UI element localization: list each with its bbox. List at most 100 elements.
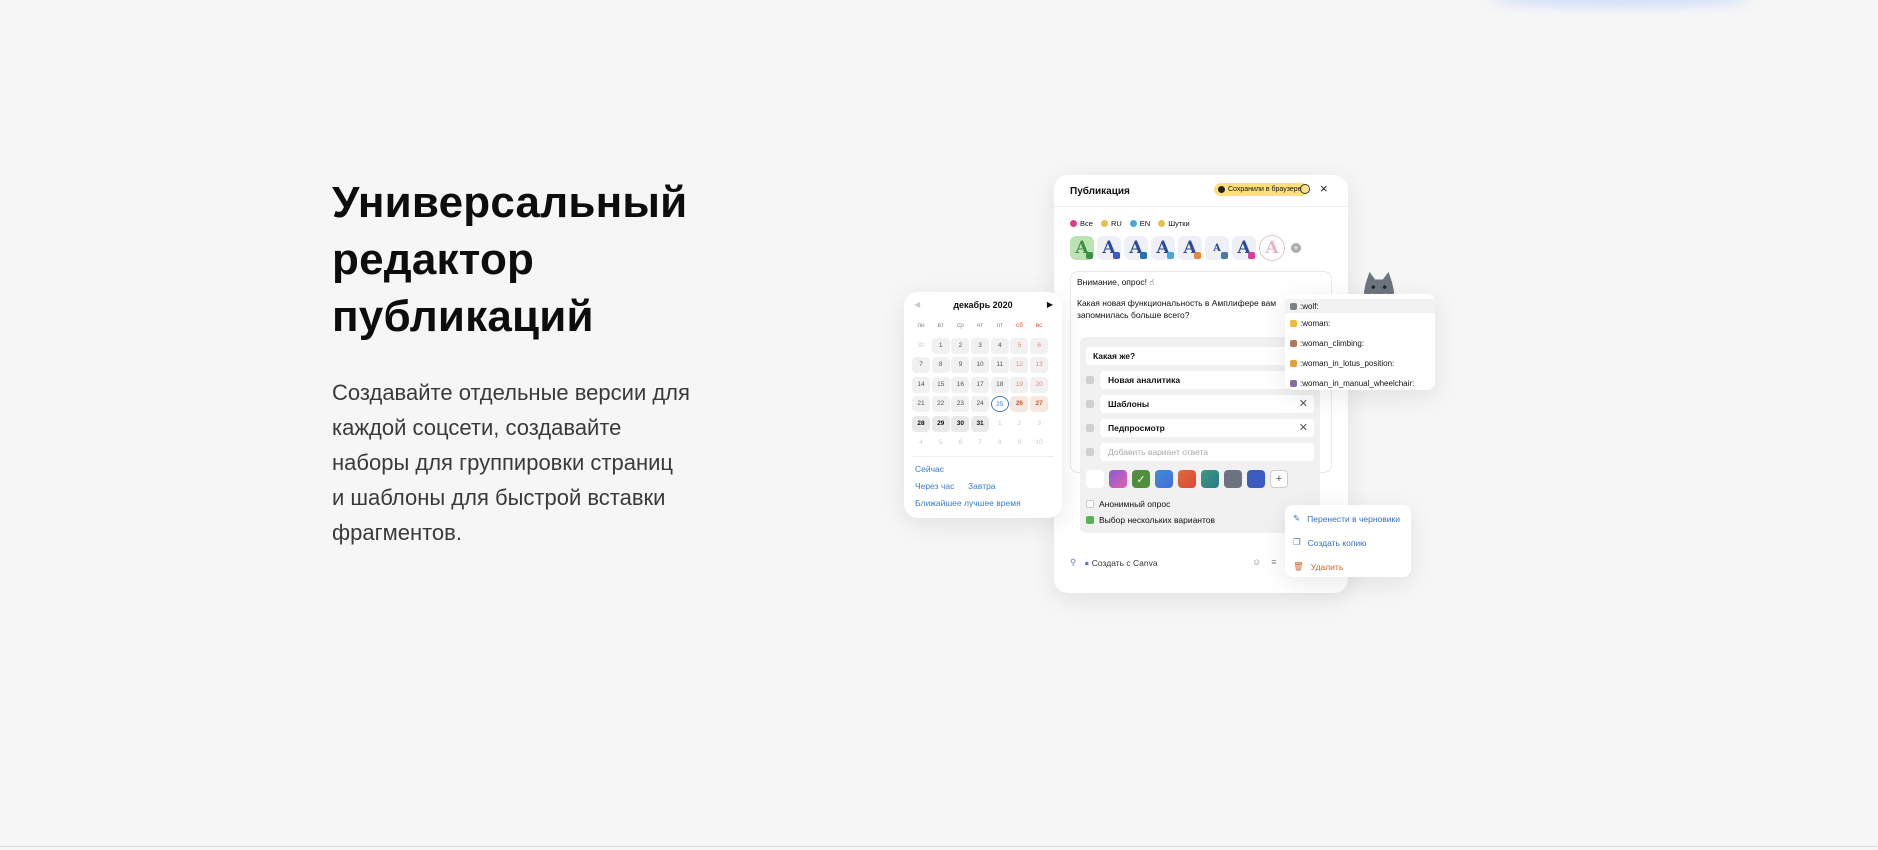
calendar-day[interactable]: 21 <box>912 396 930 412</box>
option-checkbox[interactable] <box>1086 376 1094 384</box>
remove-option-icon[interactable]: ✕ <box>1299 419 1308 437</box>
calendar-day[interactable]: 5 <box>1010 337 1029 354</box>
calendar-day[interactable]: 9 <box>951 357 970 373</box>
account-avatar-inactive[interactable]: A <box>1259 235 1285 261</box>
calendar-day[interactable]: 2 <box>951 337 970 354</box>
date-picker: ◀ декабрь 2020 ▶ пн вт ср чт пт сб вс 30 1 2 3 4 5 6 7… <box>904 292 1062 518</box>
hero-title: Универсальный редактор публикаций <box>332 178 688 341</box>
account-avatar[interactable]: A <box>1070 236 1094 260</box>
calendar-day[interactable]: 4 <box>990 337 1009 354</box>
calendar-day: 3 <box>1037 419 1041 427</box>
tag-filters: Все RU EN Шутки <box>1070 219 1190 228</box>
option-input[interactable]: Педпросмотр <box>1100 419 1314 437</box>
calendar-day[interactable]: 14 <box>912 376 930 393</box>
calendar-day[interactable]: 27 <box>1030 396 1049 412</box>
next-month-icon[interactable]: ▶ <box>1047 300 1053 309</box>
calendar-day[interactable]: 16 <box>951 376 970 393</box>
emoji-suggestion[interactable]: :woman_in_manual_wheelchair: <box>1290 379 1414 388</box>
multiple-choice-checkbox[interactable]: Выбор нескольких вариантов <box>1086 515 1215 525</box>
account-avatar[interactable]: A <box>1097 236 1121 260</box>
linkedin-icon <box>1140 252 1147 259</box>
color-swatch-selected[interactable]: ✓ <box>1132 470 1150 488</box>
account-avatar[interactable]: A <box>1232 236 1256 260</box>
move-to-drafts-item[interactable]: ✎ Перенести в черновики <box>1293 513 1400 524</box>
clock-icon[interactable] <box>1300 184 1310 194</box>
calendar-day[interactable]: 19 <box>1010 376 1029 393</box>
quick-now[interactable]: Сейчас <box>915 464 944 474</box>
option-input[interactable]: Шаблоны <box>1100 395 1314 413</box>
message-line: Внимание, опрос! ☝ <box>1077 277 1155 287</box>
weekday-label: пн <box>917 322 925 329</box>
tag-jokes[interactable]: Шутки <box>1158 219 1190 228</box>
color-swatch[interactable] <box>1201 470 1219 488</box>
calendar-day[interactable]: 28 <box>912 415 930 432</box>
list-icon[interactable]: ≡ <box>1271 557 1276 567</box>
calendar-day: 7 <box>978 439 982 446</box>
calendar-day[interactable]: 3 <box>971 337 990 354</box>
emoji-suggestion[interactable]: :wolf: <box>1285 299 1435 313</box>
account-avatar[interactable]: A <box>1124 236 1148 260</box>
close-icon[interactable]: × <box>1320 181 1328 196</box>
anonymous-checkbox[interactable]: Анонимный опрос <box>1086 499 1170 509</box>
color-swatch[interactable] <box>1247 470 1265 488</box>
add-account-icon[interactable]: + <box>1291 243 1301 253</box>
option-checkbox[interactable] <box>1086 400 1094 408</box>
calendar-day[interactable]: 8 <box>931 357 950 373</box>
delete-item[interactable]: 🗑 Удалить <box>1293 561 1343 572</box>
account-avatar[interactable]: A <box>1178 236 1202 260</box>
emoji-icon[interactable]: ☺ <box>1252 557 1261 567</box>
calendar-day[interactable]: 29 <box>931 415 950 432</box>
info-icon <box>1218 186 1225 193</box>
tag-ru[interactable]: RU <box>1100 219 1122 228</box>
quick-best-time[interactable]: Ближайшее лучшее время <box>915 498 1021 508</box>
calendar-day[interactable]: 15 <box>931 376 950 393</box>
remove-option-icon[interactable]: ✕ <box>1299 395 1308 413</box>
calendar-day[interactable]: 7 <box>912 357 930 373</box>
poll-question-input[interactable]: Какая же? <box>1086 347 1314 365</box>
telegram-icon <box>1167 252 1174 259</box>
calendar-day[interactable]: 6 <box>1030 337 1049 354</box>
calendar-day[interactable]: 31 <box>971 415 990 432</box>
color-swatch[interactable] <box>1224 470 1242 488</box>
option-checkbox[interactable] <box>1086 424 1094 432</box>
add-option-input[interactable]: Добавить вариант ответа <box>1100 443 1314 461</box>
calendar-day[interactable]: 17 <box>971 376 990 393</box>
color-swatch[interactable] <box>1178 470 1196 488</box>
account-avatar[interactable]: A <box>1205 236 1229 260</box>
calendar-day-today[interactable]: 25 <box>990 396 1009 412</box>
calendar-day[interactable]: 26 <box>1010 396 1029 412</box>
option-input[interactable]: Новая аналитика <box>1100 371 1314 389</box>
create-copy-item[interactable]: ❐ Создать копию <box>1293 537 1367 548</box>
calendar-day[interactable]: 22 <box>931 396 950 412</box>
calendar-day[interactable]: 23 <box>951 396 970 412</box>
calendar-day[interactable]: 30 <box>951 415 970 432</box>
add-color-icon[interactable]: + <box>1270 470 1288 488</box>
calendar-day[interactable]: 18 <box>990 376 1009 393</box>
color-swatch[interactable] <box>1155 470 1173 488</box>
copy-icon: ❐ <box>1293 537 1301 547</box>
calendar-day[interactable]: 12 <box>1010 357 1029 373</box>
wolf-icon <box>1290 302 1297 310</box>
account-avatar[interactable]: A <box>1151 236 1175 260</box>
tag-all[interactable]: Все <box>1070 219 1093 228</box>
canva-button[interactable]: ● Создать с Canva <box>1084 558 1157 568</box>
message-line: Какая новая функциональность в Амплифере… <box>1077 298 1277 320</box>
tag-dot-icon <box>1158 220 1166 227</box>
color-swatch[interactable] <box>1086 470 1104 488</box>
attach-icon[interactable]: ⚲ <box>1070 557 1076 568</box>
calendar-day[interactable]: 10 <box>971 357 990 373</box>
calendar-day[interactable]: 11 <box>990 357 1009 373</box>
option-checkbox[interactable] <box>1086 448 1094 456</box>
emoji-suggestion[interactable]: :woman_climbing: <box>1290 339 1364 348</box>
checkbox-icon <box>1086 500 1094 508</box>
color-swatch[interactable] <box>1109 470 1127 488</box>
calendar-day[interactable]: 24 <box>971 396 990 412</box>
emoji-suggestion[interactable]: :woman_in_lotus_position: <box>1290 359 1394 368</box>
calendar-day[interactable]: 13 <box>1030 357 1049 373</box>
tag-en[interactable]: EN <box>1129 219 1150 228</box>
quick-in-hour[interactable]: Через час <box>915 481 954 491</box>
calendar-day[interactable]: 1 <box>931 337 950 354</box>
emoji-suggestion[interactable]: :woman: <box>1290 319 1330 328</box>
calendar-day[interactable]: 20 <box>1030 376 1049 393</box>
quick-tomorrow[interactable]: Завтра <box>968 481 996 491</box>
